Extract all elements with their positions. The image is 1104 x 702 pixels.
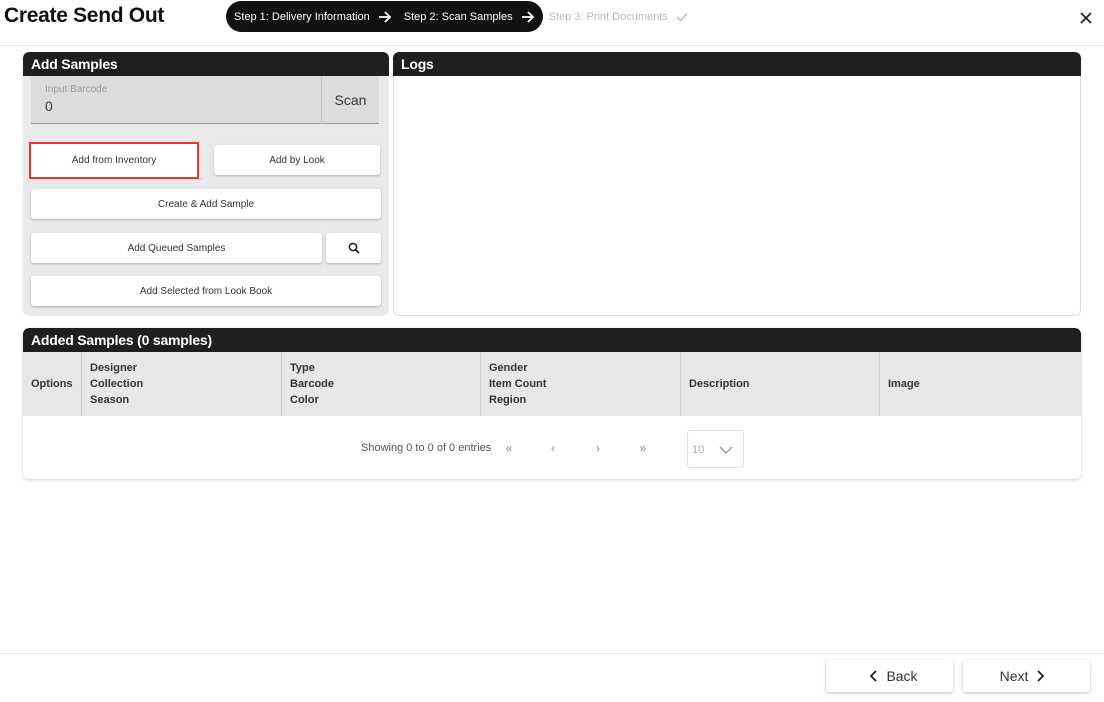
column-label: Season <box>90 394 130 406</box>
add-queued-samples-button[interactable]: Add Queued Samples <box>31 233 322 263</box>
first-page-button[interactable]: « <box>499 438 519 458</box>
barcode-input[interactable] <box>45 98 315 114</box>
column-label: Image <box>888 378 920 390</box>
check-icon <box>676 12 688 22</box>
pagination-info: Showing 0 to 0 of 0 entries <box>361 442 492 454</box>
column-label: Type <box>290 362 315 374</box>
add-samples-title: Add Samples <box>23 52 389 76</box>
next-label: Next <box>999 668 1029 684</box>
column-label: Designer <box>90 362 138 374</box>
arrow-right-icon <box>378 10 392 23</box>
add-samples-panel: Add Samples Input Barcode Scan Add from … <box>23 52 389 316</box>
column-image[interactable]: Image <box>880 352 1081 416</box>
step-delivery-information[interactable]: Step 1: Delivery Information <box>234 11 404 23</box>
stepper-active-group: Step 1: Delivery Information Step 2: Sca… <box>226 1 543 32</box>
search-queued-button[interactable] <box>326 233 381 263</box>
chevron-down-icon <box>719 446 733 454</box>
back-label: Back <box>886 668 918 684</box>
column-label: Item Count <box>489 378 547 390</box>
column-label: Barcode <box>290 378 335 390</box>
close-icon[interactable] <box>1078 10 1094 26</box>
last-page-button[interactable]: » <box>633 438 653 458</box>
chevron-right-icon <box>1037 670 1045 682</box>
column-label: Region <box>489 394 527 406</box>
arrow-right-icon <box>521 10 534 23</box>
step-label: Step 3: Print Documents <box>548 10 668 23</box>
next-page-button[interactable]: › <box>588 438 608 458</box>
step-scan-samples[interactable]: Step 2: Scan Samples <box>404 11 535 23</box>
back-button[interactable]: Back <box>826 660 953 692</box>
added-samples-title: Added Samples (0 samples) <box>23 328 1081 352</box>
column-gender-itemcount-region[interactable]: Gender Item Count Region <box>481 352 681 416</box>
column-type-barcode-color[interactable]: Type Barcode Color <box>282 352 481 416</box>
column-label: Gender <box>489 362 528 374</box>
add-by-look-button[interactable]: Add by Look <box>214 145 380 175</box>
table-header: Options Designer Collection Season Type … <box>23 352 1081 416</box>
column-options[interactable]: Options <box>23 352 82 416</box>
barcode-field: Input Barcode Scan <box>31 76 379 124</box>
header: Create Send Out Step 1: Delivery Informa… <box>0 0 1104 46</box>
prev-page-button[interactable]: ‹ <box>543 438 563 458</box>
step-label: Step 2: Scan Samples <box>403 10 513 23</box>
next-button[interactable]: Next <box>963 660 1090 692</box>
stepper: Step 1: Delivery Information Step 2: Sca… <box>226 1 688 32</box>
scan-button[interactable]: Scan <box>321 76 379 124</box>
column-label: Color <box>290 394 319 406</box>
search-icon <box>348 242 360 254</box>
footer: Back Next <box>0 653 1104 702</box>
step-print-documents[interactable]: Step 3: Print Documents <box>549 11 688 23</box>
column-label: Description <box>689 378 750 390</box>
barcode-label: Input Barcode <box>45 84 108 95</box>
column-description[interactable]: Description <box>681 352 880 416</box>
pagination: Showing 0 to 0 of 0 entries « ‹ › » 10 <box>23 416 1081 479</box>
chevron-left-icon <box>870 670 878 682</box>
per-page-value: 10 <box>692 444 705 456</box>
per-page-select[interactable]: 10 <box>687 430 744 468</box>
column-designer-collection-season[interactable]: Designer Collection Season <box>82 352 282 416</box>
add-from-inventory-button[interactable]: Add from Inventory <box>29 142 199 179</box>
page-title: Create Send Out <box>4 4 165 27</box>
create-add-sample-button[interactable]: Create & Add Sample <box>31 189 381 219</box>
column-label: Options <box>31 378 73 390</box>
logs-content <box>393 76 1081 316</box>
logs-title: Logs <box>393 52 1081 76</box>
column-label: Collection <box>90 378 144 390</box>
add-from-lookbook-button[interactable]: Add Selected from Look Book <box>31 276 381 306</box>
added-samples-panel: Added Samples (0 samples) Options Design… <box>23 328 1081 479</box>
logs-panel: Logs <box>393 52 1081 316</box>
step-label: Step 1: Delivery Information <box>234 10 370 23</box>
